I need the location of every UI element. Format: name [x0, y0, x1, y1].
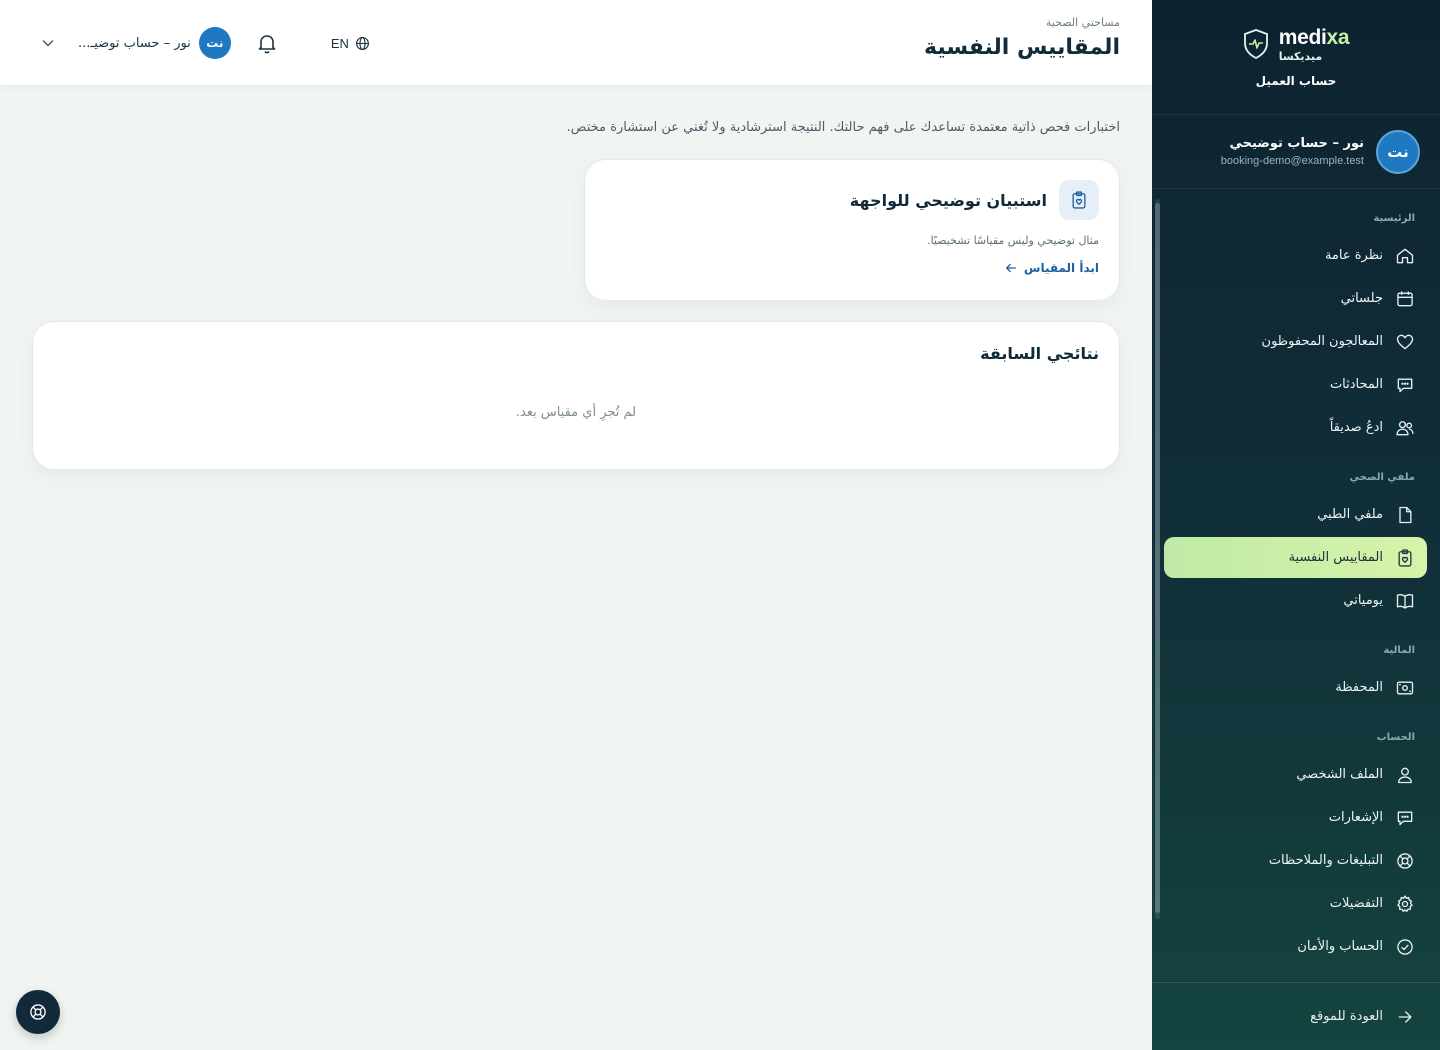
- brand: medixa ميديكسا حساب العميل: [1152, 0, 1440, 115]
- back-to-site-label: العودة للموقع: [1310, 1009, 1383, 1024]
- sidebar-item-sessions[interactable]: جلساتي: [1164, 278, 1427, 319]
- sidebar-user-card: نت نور – حساب توضيحي booking-demo@exampl…: [1152, 115, 1440, 189]
- message-icon: [1397, 811, 1413, 825]
- arrow-right-icon: [1398, 1010, 1412, 1023]
- sidebar-item-label: الملف الشخصي: [1296, 767, 1383, 782]
- nav-section-account: الحساب: [1376, 731, 1415, 743]
- brand-arabic: ميديكسا: [1278, 49, 1323, 63]
- clipboard-icon: [1072, 191, 1086, 209]
- sidebar-item-label: الإشعارات: [1328, 810, 1383, 825]
- sidebar-scrollbar[interactable]: [1155, 199, 1160, 919]
- sidebar-item-journal[interactable]: يومياتي: [1164, 580, 1427, 621]
- home-icon: [1396, 248, 1414, 263]
- sidebar-item-saved-therapists[interactable]: المعالجون المحفوظون: [1164, 321, 1427, 362]
- sidebar-item-account-security[interactable]: الحساب والأمان: [1164, 926, 1427, 967]
- nav-section-main: الرئيسية: [1373, 212, 1415, 224]
- shield-pulse-icon: [1243, 29, 1268, 59]
- globe-icon: [355, 36, 369, 50]
- lifebuoy-icon: [1397, 852, 1413, 869]
- back-to-site-link[interactable]: العودة للموقع: [1152, 982, 1440, 1050]
- sidebar-item-overview[interactable]: نظرة عامة: [1164, 235, 1427, 276]
- sidebar-item-wallet[interactable]: المحفظة: [1164, 667, 1427, 708]
- nav-section-finance: المالية: [1383, 644, 1415, 656]
- sidebar-item-label: المحفظة: [1335, 680, 1383, 695]
- clipboard-icon: [1398, 548, 1412, 567]
- arrow-left-icon: [1005, 263, 1016, 273]
- top-header: مساحتي الصحية المقاييس النفسية نور – حسا…: [0, 0, 1152, 86]
- intro-text: اختبارات فحص ذاتية معتمدة تساعدك على فهم…: [566, 120, 1120, 135]
- lifebuoy-icon: [30, 1004, 46, 1020]
- previous-results-card: نتائجي السابقة لم تُجرِ أي مقياس بعد.: [32, 321, 1120, 470]
- sidebar-item-label: المحادثات: [1329, 377, 1383, 392]
- sidebar-item-profile[interactable]: الملف الشخصي: [1164, 754, 1427, 795]
- nav-section-health: ملفي الصحي: [1349, 471, 1415, 483]
- sidebar: medixa ميديكسا حساب العميل نت نور – حساب…: [1152, 0, 1440, 1050]
- help-button[interactable]: [16, 990, 60, 1034]
- results-title: نتائجي السابقة: [980, 344, 1099, 363]
- start-scale-label: ابدأ المقياس: [1023, 261, 1099, 275]
- sidebar-item-notifications[interactable]: الإشعارات: [1164, 797, 1427, 838]
- sidebar-item-reports-feedback[interactable]: التبليغات والملاحظات: [1164, 840, 1427, 881]
- language-switcher[interactable]: EN: [331, 36, 370, 51]
- language-code: EN: [330, 35, 349, 51]
- results-empty-state: لم تُجرِ أي مقياس بعد.: [515, 405, 637, 420]
- sidebar-item-label: ملفي الطبي: [1317, 507, 1383, 522]
- scale-description: مثال توضيحي وليس مقياسًا تشخيصيًا.: [927, 234, 1099, 247]
- sidebar-item-label: التبليغات والملاحظات: [1268, 853, 1383, 868]
- page-title: المقاييس النفسية: [924, 35, 1120, 60]
- check-circle-icon: [1397, 938, 1413, 955]
- brand-latin: medixa: [1278, 25, 1350, 49]
- sidebar-nav: الرئيسية نظرة عامة جلساتي المعالجون المح…: [1152, 189, 1440, 982]
- sidebar-item-label: المقاييس النفسية: [1288, 550, 1383, 565]
- heart-icon: [1396, 334, 1414, 349]
- scale-icon-box: [1059, 180, 1099, 220]
- sidebar-item-label: نظرة عامة: [1324, 248, 1383, 263]
- chat-icon: [1397, 378, 1413, 392]
- sidebar-item-label: جلساتي: [1340, 291, 1383, 306]
- account-kind-label: حساب العميل: [1255, 73, 1337, 88]
- book-icon: [1396, 593, 1414, 609]
- user-menu-button[interactable]: نور – حساب توضيـ... نت: [40, 27, 231, 59]
- user-icon: [1398, 767, 1412, 783]
- sidebar-item-label: الحساب والأمان: [1297, 939, 1383, 954]
- sidebar-item-preferences[interactable]: التفضيلات: [1164, 883, 1427, 924]
- sidebar-item-medical-file[interactable]: ملفي الطبي: [1164, 494, 1427, 535]
- sidebar-item-label: يومياتي: [1343, 593, 1383, 608]
- chevron-down-icon: [42, 40, 54, 47]
- bell-icon[interactable]: [255, 31, 279, 55]
- sidebar-item-label: التفضيلات: [1329, 896, 1383, 911]
- start-scale-link[interactable]: ابدأ المقياس: [1004, 261, 1099, 275]
- brand-logo[interactable]: medixa ميديكسا: [1243, 27, 1350, 62]
- user-name: نور – حساب توضيحي: [1229, 136, 1364, 151]
- avatar: نت: [198, 27, 231, 59]
- user-email: booking-demo@example.test: [1220, 155, 1364, 167]
- sidebar-item-psych-scales[interactable]: المقاييس النفسية: [1164, 537, 1427, 578]
- header-controls: نور – حساب توضيـ... نت EN: [40, 26, 370, 60]
- scale-card: استبيان توضيحي للواجهة مثال توضيحي وليس …: [584, 159, 1120, 301]
- sidebar-item-conversations[interactable]: المحادثات: [1164, 364, 1427, 405]
- calendar-icon: [1397, 291, 1413, 306]
- scale-title: استبيان توضيحي للواجهة: [849, 190, 1047, 210]
- sidebar-item-label: ادعُ صديقاً: [1329, 420, 1383, 435]
- sidebar-item-invite-friend[interactable]: ادعُ صديقاً: [1164, 407, 1427, 448]
- wallet-icon: [1396, 681, 1414, 694]
- sidebar-item-label: المعالجون المحفوظون: [1261, 334, 1383, 349]
- file-icon: [1399, 506, 1412, 523]
- breadcrumb[interactable]: مساحتي الصحية: [924, 16, 1120, 29]
- user-menu-name: نور – حساب توضيـ...: [78, 35, 191, 51]
- avatar: نت: [1376, 129, 1420, 174]
- gear-icon: [1397, 894, 1413, 912]
- users-icon: [1396, 420, 1414, 435]
